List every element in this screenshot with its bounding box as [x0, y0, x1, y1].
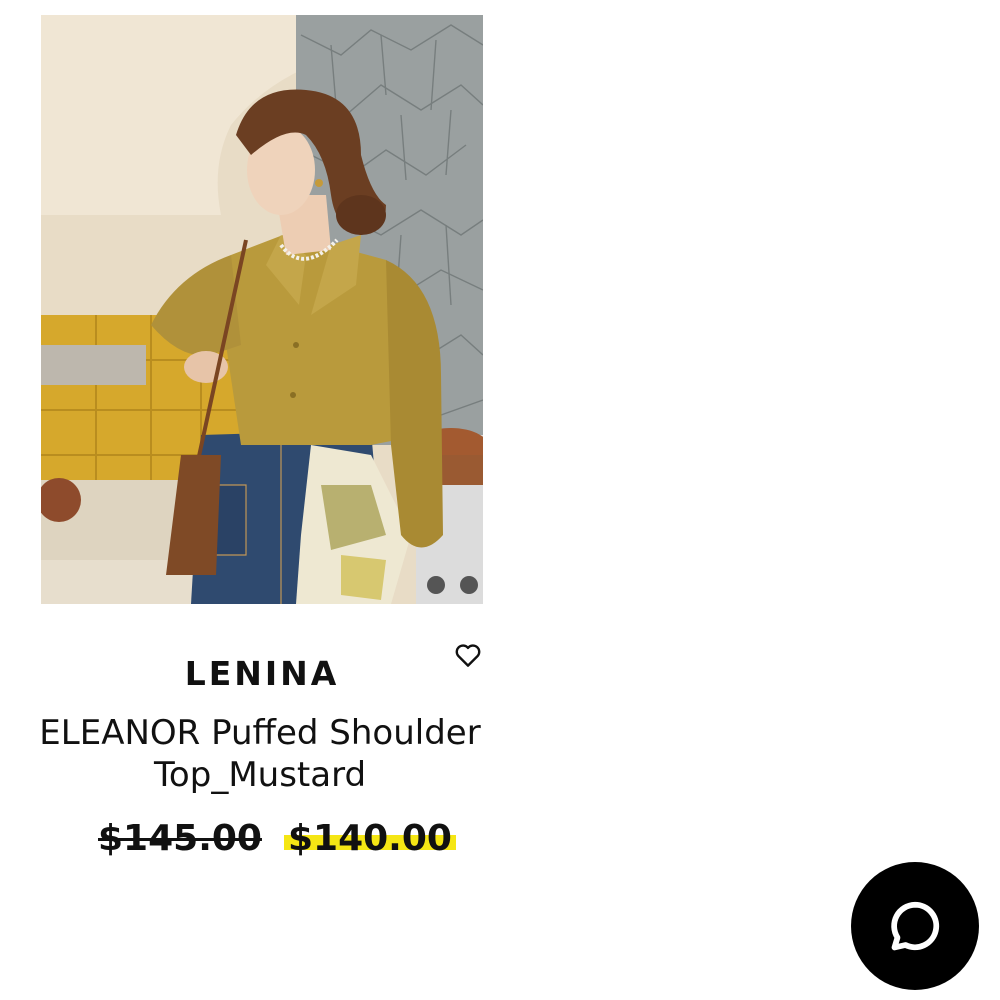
price-row: $145.00 $140.00: [98, 818, 456, 859]
brand-row: LENINA: [41, 604, 483, 694]
product-photo: [41, 15, 483, 604]
chat-bubble-icon: [891, 901, 940, 951]
heart-outline-icon[interactable]: [453, 640, 483, 670]
original-price: $145.00: [98, 818, 262, 859]
brand-name[interactable]: LENINA: [41, 654, 483, 693]
product-card[interactable]: LENINA: [41, 15, 483, 694]
product-name[interactable]: ELEANOR Puffed Shoulder Top_Mustard: [0, 712, 520, 796]
sale-price: $140.00: [283, 818, 456, 859]
chat-button[interactable]: [851, 862, 979, 990]
product-image[interactable]: [41, 15, 483, 604]
